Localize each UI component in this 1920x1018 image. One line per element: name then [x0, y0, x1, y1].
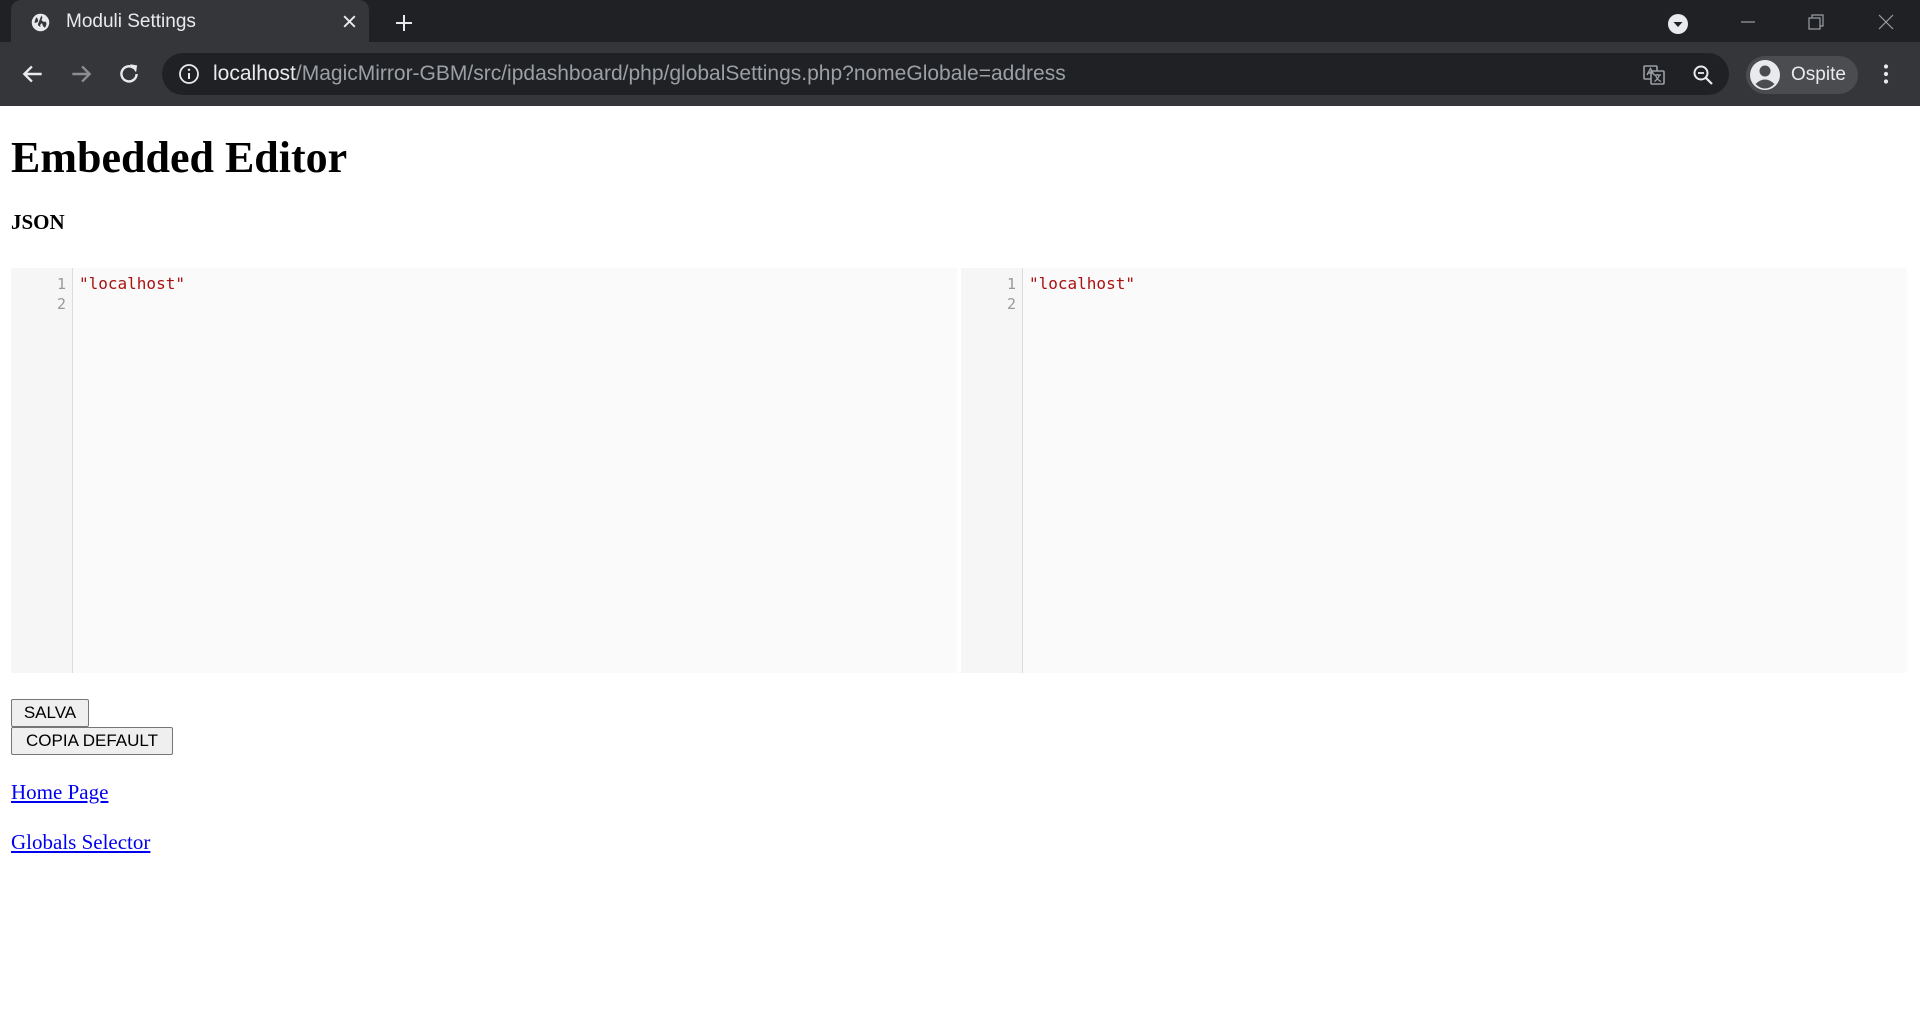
window-close-icon[interactable] [1876, 12, 1896, 32]
plus-icon[interactable] [394, 13, 414, 33]
line-number: 2 [56, 295, 66, 313]
tab-strip: Moduli Settings [0, 0, 1920, 42]
back-arrow-icon[interactable] [20, 61, 46, 87]
avatar-icon [1750, 60, 1780, 90]
copy-default-button[interactable]: COPIA DEFAULT [11, 727, 173, 755]
json-editor-left[interactable]: 1 2 "localhost" [11, 268, 957, 673]
zoom-out-icon[interactable] [1691, 63, 1715, 87]
tab-title: Moduli Settings [66, 11, 196, 32]
info-icon[interactable] [178, 63, 200, 85]
profile-button[interactable]: Ospite [1746, 56, 1858, 94]
code-line[interactable]: "localhost" [79, 274, 185, 293]
restore-icon[interactable] [1806, 12, 1826, 32]
line-number-gutter: 1 2 [961, 268, 1023, 673]
line-number: 1 [1006, 275, 1016, 293]
code-line[interactable]: "localhost" [1029, 274, 1135, 293]
save-button[interactable]: SALVA [11, 699, 89, 727]
reload-icon[interactable] [116, 61, 142, 87]
url-host: localhost [213, 62, 296, 85]
close-icon[interactable] [341, 13, 358, 30]
globals-selector-link[interactable]: Globals Selector [11, 830, 150, 855]
line-number: 2 [1006, 295, 1016, 313]
home-page-link[interactable]: Home Page [11, 780, 108, 805]
more-menu-icon[interactable] [1874, 62, 1898, 86]
section-label: JSON [11, 210, 65, 234]
browser-tab[interactable]: Moduli Settings [11, 0, 369, 42]
line-number: 1 [56, 275, 66, 293]
url-path: /MagicMirror-GBM/src/ipdashboard/php/glo… [295, 62, 1066, 85]
page-content: Embedded Editor JSON 1 2 "localhost" 1 2… [0, 106, 1920, 1018]
browser-toolbar: localhost/MagicMirror-GBM/src/ipdashboar… [0, 42, 1920, 106]
translate-icon[interactable] [1642, 63, 1666, 87]
url-text[interactable]: localhost/MagicMirror-GBM/src/ipdashboar… [213, 62, 1066, 86]
address-bar[interactable]: localhost/MagicMirror-GBM/src/ipdashboar… [162, 53, 1729, 95]
forward-arrow-icon[interactable] [68, 61, 94, 87]
tab-search-icon[interactable] [1667, 13, 1689, 35]
json-editor-right[interactable]: 1 2 "localhost" [961, 268, 1907, 673]
line-number-gutter: 1 2 [11, 268, 73, 673]
globe-icon [31, 13, 50, 32]
profile-name: Ospite [1791, 64, 1846, 85]
minimize-icon[interactable] [1738, 12, 1758, 32]
page-title: Embedded Editor [11, 133, 348, 182]
